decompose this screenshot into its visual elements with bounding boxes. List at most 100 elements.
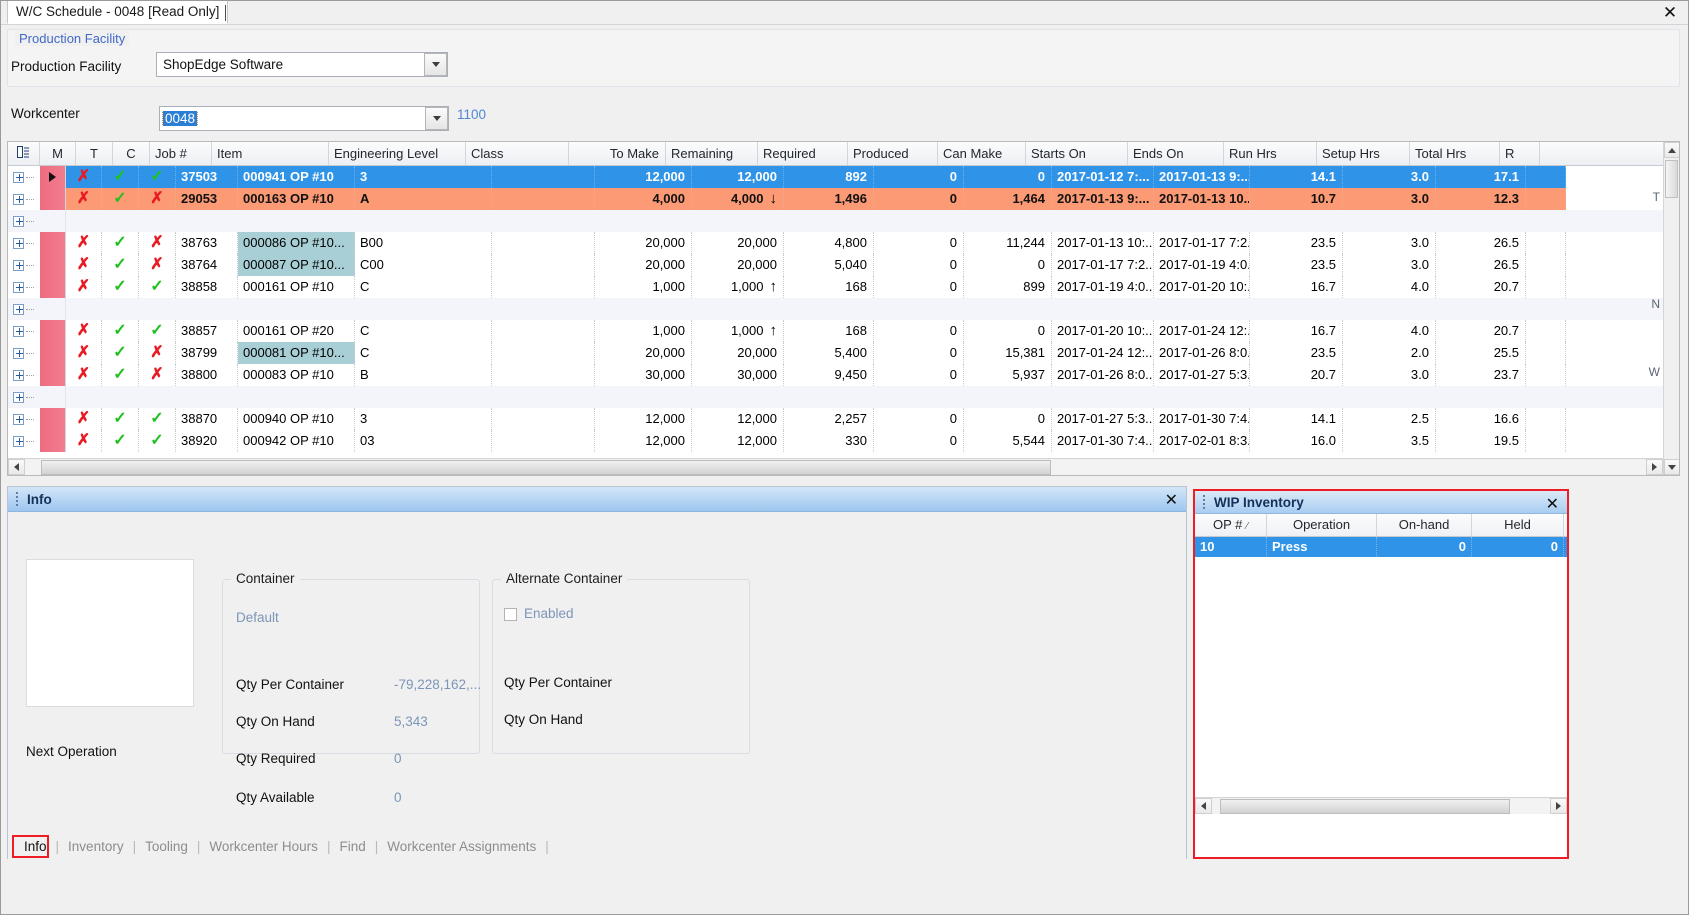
cell-total-hrs[interactable]: 17.1 xyxy=(1436,166,1526,188)
cell-run-hrs[interactable]: 16.0 xyxy=(1250,430,1343,452)
cell-starts-on[interactable]: 2017-01-19 4:0... xyxy=(1052,276,1154,298)
cell-can-make[interactable]: 0 xyxy=(964,320,1052,342)
cell-job-number[interactable]: 29053 xyxy=(176,188,238,210)
tab-workcenter-assignments[interactable]: Workcenter Assignments xyxy=(378,837,545,856)
cell-class[interactable] xyxy=(492,254,595,276)
vertical-scroll-thumb[interactable] xyxy=(1665,160,1678,198)
cell-total-hrs[interactable]: 25.5 xyxy=(1436,342,1526,364)
cell-c-mark[interactable]: ✓ xyxy=(139,430,176,452)
cell-starts-on[interactable]: 2017-01-20 10:... xyxy=(1052,320,1154,342)
cell-produced[interactable]: 0 xyxy=(874,276,964,298)
cell-can-make[interactable]: 899 xyxy=(964,276,1052,298)
drag-handle-icon[interactable] xyxy=(1200,495,1208,509)
cell-r[interactable] xyxy=(1526,430,1566,452)
cell-m-mark[interactable]: ✗ xyxy=(66,430,102,452)
cell-starts-on[interactable]: 2017-01-27 5:3... xyxy=(1052,408,1154,430)
cell-starts-on[interactable]: 2017-01-13 10:... xyxy=(1052,232,1154,254)
column-header-class[interactable]: Class xyxy=(466,142,569,165)
cell-remaining[interactable]: 20,000 xyxy=(692,254,784,276)
cell-engineering-level[interactable]: 3 xyxy=(355,408,492,430)
column-header-job[interactable]: Job # xyxy=(150,142,212,165)
cell-starts-on[interactable]: 2017-01-24 12:... xyxy=(1052,342,1154,364)
cell-item[interactable]: 000940 OP #10 xyxy=(238,408,355,430)
table-row[interactable]: ✗ ✓ ✗ 38764 000087 OP #10... C00 20,000 20,000 5… xyxy=(8,254,1663,276)
cell-class[interactable] xyxy=(492,276,595,298)
cell-total-hrs[interactable]: 23.7 xyxy=(1436,364,1526,386)
cell-total-hrs[interactable]: 26.5 xyxy=(1436,232,1526,254)
close-icon[interactable]: ✕ xyxy=(1165,490,1178,510)
expand-row-icon[interactable] xyxy=(13,237,24,249)
cell-setup-hrs[interactable]: 3.0 xyxy=(1343,364,1436,386)
cell-run-hrs[interactable]: 14.1 xyxy=(1250,166,1343,188)
cell-m-mark[interactable]: ✗ xyxy=(66,364,102,386)
cell-starts-on[interactable]: 2017-01-12 7:... xyxy=(1052,166,1154,188)
cell-r[interactable] xyxy=(1526,166,1566,188)
cell-item[interactable]: 000086 OP #10... xyxy=(238,232,355,254)
cell-required[interactable]: 892 xyxy=(784,166,874,188)
cell-class[interactable] xyxy=(492,188,595,210)
column-header-item[interactable]: Item xyxy=(212,142,329,165)
expand-row-icon[interactable] xyxy=(13,325,24,337)
cell-to-make[interactable]: 20,000 xyxy=(595,232,692,254)
cell-starts-on[interactable]: 2017-01-30 7:4... xyxy=(1052,430,1154,452)
table-row[interactable]: ✗ ✓ ✓ 38870 000940 OP #10 3 12,000 12,000 2,257 0… xyxy=(8,408,1663,430)
scroll-down-button[interactable] xyxy=(1664,459,1679,475)
cell-setup-hrs[interactable]: 2.0 xyxy=(1343,342,1436,364)
table-row[interactable]: ✗ ✓ ✓ 38920 000942 OP #10 03 12,000 12,000 330 0 5… xyxy=(8,430,1663,452)
expand-row-icon[interactable] xyxy=(13,193,24,205)
table-row[interactable]: ✗ ✓ ✗ 38763 000086 OP #10... B00 20,000 20,000 4… xyxy=(8,232,1663,254)
cell-run-hrs[interactable]: 14.1 xyxy=(1250,408,1343,430)
column-header-c[interactable]: C xyxy=(113,142,150,165)
cell-ends-on[interactable]: 2017-01-24 12:... xyxy=(1154,320,1250,342)
cell-setup-hrs[interactable]: 3.0 xyxy=(1343,254,1436,276)
cell-class[interactable] xyxy=(492,342,595,364)
expand-row-icon[interactable] xyxy=(13,435,24,447)
cell-r[interactable] xyxy=(1526,232,1566,254)
cell-starts-on[interactable]: 2017-01-13 9:... xyxy=(1052,188,1154,210)
cell-produced[interactable]: 0 xyxy=(874,430,964,452)
cell-to-make[interactable]: 4,000 xyxy=(595,188,692,210)
cell-required[interactable]: 2,257 xyxy=(784,408,874,430)
cell-setup-hrs[interactable]: 4.0 xyxy=(1343,320,1436,342)
wip-cell-operation[interactable]: Press xyxy=(1267,537,1377,557)
cell-setup-hrs[interactable]: 3.5 xyxy=(1343,430,1436,452)
tab-workcenter-hours[interactable]: Workcenter Hours xyxy=(200,837,327,856)
cell-required[interactable]: 168 xyxy=(784,320,874,342)
expand-row-icon[interactable] xyxy=(13,369,24,381)
cell-run-hrs[interactable]: 16.7 xyxy=(1250,276,1343,298)
cell-r[interactable] xyxy=(1526,276,1566,298)
drag-handle-icon[interactable] xyxy=(13,492,21,506)
column-header-engineering-level[interactable]: Engineering Level xyxy=(329,142,466,165)
cell-required[interactable]: 9,450 xyxy=(784,364,874,386)
cell-required[interactable]: 4,800 xyxy=(784,232,874,254)
expand-row-icon[interactable] xyxy=(13,391,24,403)
cell-t-mark[interactable]: ✓ xyxy=(102,166,139,188)
cell-can-make[interactable]: 11,244 xyxy=(964,232,1052,254)
cell-class[interactable] xyxy=(492,408,595,430)
wip-scroll-right-button[interactable] xyxy=(1550,798,1567,814)
cell-ends-on[interactable]: 2017-01-13 10... xyxy=(1154,188,1250,210)
cell-total-hrs[interactable]: 26.5 xyxy=(1436,254,1526,276)
cell-starts-on[interactable]: 2017-01-17 7:2... xyxy=(1052,254,1154,276)
wip-cell-held[interactable]: 0 xyxy=(1472,537,1564,557)
cell-t-mark[interactable]: ✓ xyxy=(102,276,139,298)
table-row[interactable] xyxy=(8,298,1663,320)
cell-ends-on[interactable]: 2017-01-19 4:0... xyxy=(1154,254,1250,276)
cell-ends-on[interactable]: 2017-01-13 9:... xyxy=(1154,166,1250,188)
horizontal-scroll-track[interactable] xyxy=(25,459,1646,475)
cell-job-number[interactable]: 37503 xyxy=(176,166,238,188)
cell-remaining[interactable]: 4,000 ↓ xyxy=(692,188,784,210)
row-expander-cell[interactable] xyxy=(8,254,40,276)
cell-engineering-level[interactable]: 3 xyxy=(355,166,492,188)
cell-r[interactable] xyxy=(1526,408,1566,430)
cell-c-mark[interactable]: ✗ xyxy=(139,188,176,210)
cell-t-mark[interactable]: ✓ xyxy=(102,364,139,386)
cell-m-mark[interactable]: ✗ xyxy=(66,254,102,276)
cell-r[interactable] xyxy=(1526,254,1566,276)
cell-required[interactable]: 1,496 xyxy=(784,188,874,210)
cell-t-mark[interactable]: ✓ xyxy=(102,188,139,210)
row-expander-cell[interactable] xyxy=(8,298,40,320)
cell-engineering-level[interactable]: B00 xyxy=(355,232,492,254)
cell-item[interactable]: 000163 OP #10 xyxy=(238,188,355,210)
cell-item[interactable]: 000161 OP #10 xyxy=(238,276,355,298)
